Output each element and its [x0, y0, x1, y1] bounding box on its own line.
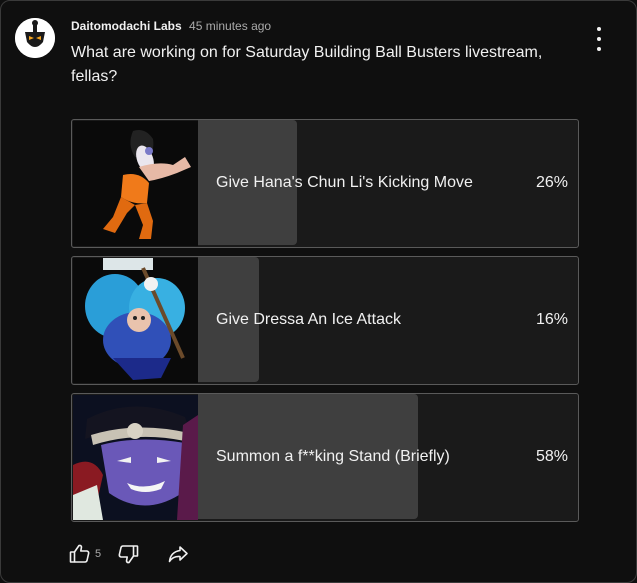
option-image-dressa [73, 258, 198, 383]
post-actions: 5 [67, 541, 191, 567]
poll-option-2[interactable]: Give Dressa An Ice Attack 16% [71, 256, 579, 385]
post-header: Daitomodachi Labs 45 minutes ago [71, 19, 271, 33]
option-percent: 26% [535, 174, 568, 191]
thumbs-up-icon [69, 544, 90, 563]
post-card: Daitomodachi Labs 45 minutes ago What ar… [0, 0, 637, 583]
share-icon [168, 546, 188, 563]
dislike-button[interactable] [115, 541, 141, 567]
post-text: What are working on for Saturday Buildin… [71, 44, 543, 85]
option-image-hana [73, 121, 198, 246]
more-options-icon[interactable] [589, 27, 609, 51]
option-label: Give Dressa An Ice Attack [216, 311, 401, 328]
option-percent: 58% [535, 448, 568, 465]
option-label: Give Hana's Chun Li's Kicking Move [216, 174, 473, 191]
thumbs-down-icon [118, 545, 139, 564]
channel-name[interactable]: Daitomodachi Labs [71, 19, 182, 33]
option-percent: 16% [535, 311, 568, 328]
like-count: 5 [95, 548, 102, 560]
share-button[interactable] [165, 541, 191, 567]
poll-option-1[interactable]: Give Hana's Chun Li's Kicking Move 26% [71, 119, 579, 248]
channel-avatar[interactable] [15, 18, 55, 58]
like-button[interactable] [67, 541, 93, 567]
poll-option-3[interactable]: Summon a f**king Stand (Briefly) 58% [71, 393, 579, 522]
option-label: Summon a f**king Stand (Briefly) [216, 448, 450, 465]
post-timestamp[interactable]: 45 minutes ago [189, 19, 271, 33]
option-image-stand [73, 395, 198, 520]
